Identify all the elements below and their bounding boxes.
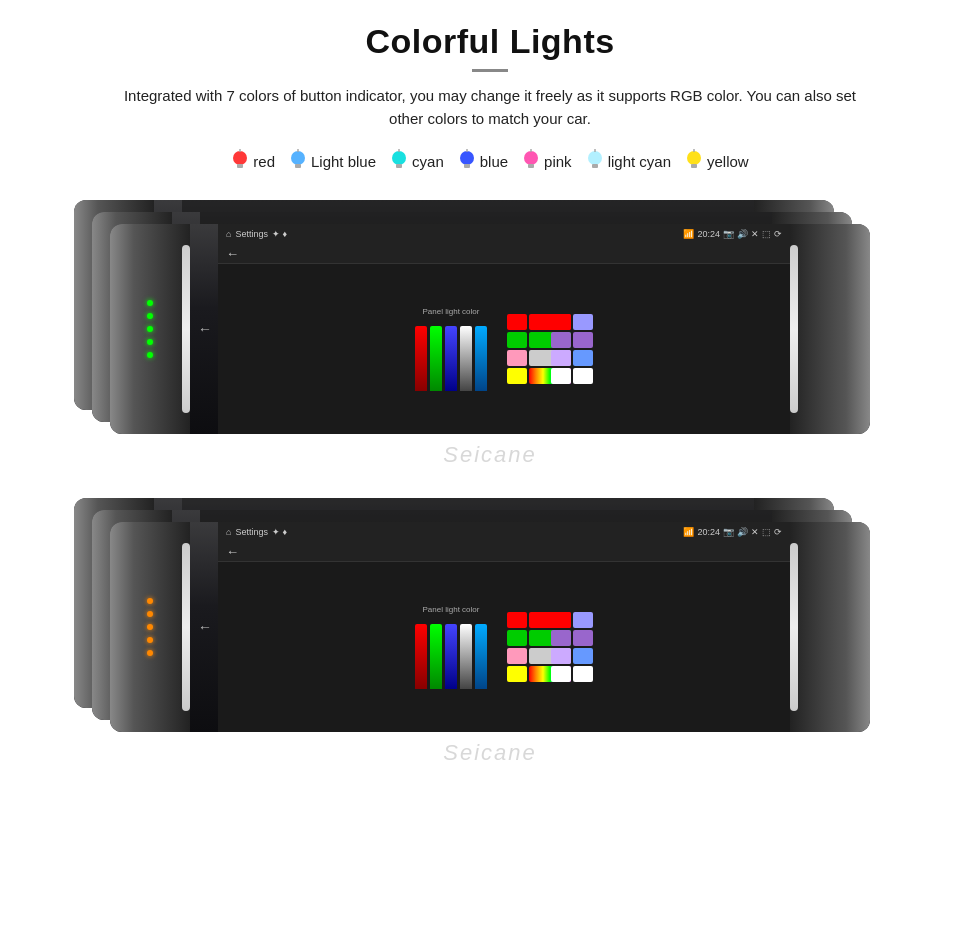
- color-label-yellow: yellow: [707, 153, 749, 170]
- android-time-top: 20:24: [697, 229, 720, 239]
- color-item-lightblue: Light blue: [289, 149, 376, 174]
- color-label-blue: blue: [480, 153, 508, 170]
- back-arrow-top[interactable]: ←: [226, 246, 239, 261]
- settings-title: Settings: [235, 229, 268, 239]
- back-arrow-bot[interactable]: ←: [226, 544, 239, 559]
- color-label-pink: pink: [544, 153, 572, 170]
- main-screen-top: ⌂ Settings ✦ ♦ 📶 20:24 📷🔊✕⬚⟳ ←: [218, 224, 790, 434]
- title-divider: [472, 69, 508, 72]
- page-title: Colorful Lights: [120, 22, 860, 61]
- color-label-lightblue: Light blue: [311, 153, 376, 170]
- svg-point-6: [392, 151, 406, 165]
- svg-point-3: [291, 151, 305, 165]
- bottom-stacked-unit: ← ←: [110, 498, 870, 763]
- svg-rect-19: [691, 164, 697, 168]
- bulb-icon-blue: [458, 149, 476, 174]
- color-label-red: red: [253, 153, 275, 170]
- side-left-1: [110, 224, 190, 434]
- panel-label-top: Panel light color: [423, 307, 480, 316]
- svg-rect-1: [237, 164, 243, 168]
- watermark-top: Seicane: [443, 442, 537, 468]
- android-content-top: Panel light color: [218, 264, 790, 434]
- android-time-bot: 20:24: [697, 527, 720, 537]
- android-navbar-top: ←: [218, 244, 790, 264]
- side-right-bot1: [790, 522, 870, 732]
- bottom-car-panel-group: ← ←: [0, 486, 980, 776]
- svg-point-0: [233, 151, 247, 165]
- svg-rect-7: [396, 164, 402, 168]
- android-navbar-bot: ←: [218, 542, 790, 562]
- svg-point-18: [687, 151, 701, 165]
- bulb-icon-yellow: [685, 149, 703, 174]
- color-bars-bot: [415, 619, 487, 689]
- top-car-panel-group: ← ←: [0, 188, 980, 478]
- bulb-icon-pink: [522, 149, 540, 174]
- svg-rect-16: [592, 164, 598, 168]
- svg-rect-4: [295, 164, 301, 168]
- car-unit-bot-layer1: ← ⌂ Settings ✦ ♦ 📶 20:24: [110, 522, 870, 732]
- header-section: Colorful Lights Integrated with 7 colors…: [120, 0, 860, 131]
- page: Colorful Lights Integrated with 7 colors…: [0, 0, 980, 940]
- settings-title-bot: Settings: [235, 527, 268, 537]
- panel-label-bot: Panel light color: [423, 605, 480, 614]
- bulb-icon-lightcyan: [586, 149, 604, 174]
- android-topbar-top: ⌂ Settings ✦ ♦ 📶 20:24 📷🔊✕⬚⟳: [218, 224, 790, 244]
- color-item-pink: pink: [522, 149, 572, 174]
- watermark-bottom: Seicane: [443, 740, 537, 766]
- svg-rect-10: [464, 164, 470, 168]
- svg-point-12: [524, 151, 538, 165]
- svg-rect-13: [528, 164, 534, 168]
- bulb-icon-red: [231, 149, 249, 174]
- side-left-bot1: [110, 522, 190, 732]
- color-item-yellow: yellow: [685, 149, 749, 174]
- bulb-icon-lightblue: [289, 149, 307, 174]
- top-stacked-unit: ← ←: [110, 200, 870, 465]
- bulb-icon-cyan: [390, 149, 408, 174]
- color-label-cyan: cyan: [412, 153, 444, 170]
- color-item-red: red: [231, 149, 275, 174]
- color-bars-top: [415, 321, 487, 391]
- car-unit-top-layer1: ← ⌂ Settings ✦ ♦ 📶 20:24: [110, 224, 870, 434]
- description-text: Integrated with 7 colors of button indic…: [120, 84, 860, 131]
- color-swatches-top: [507, 314, 593, 384]
- main-screen-bottom: ⌂ Settings ✦ ♦ 📶 20:24 📷🔊✕⬚⟳ ←: [218, 522, 790, 732]
- side-right-1: [790, 224, 870, 434]
- color-label-lightcyan: light cyan: [608, 153, 671, 170]
- android-topbar-bot: ⌂ Settings ✦ ♦ 📶 20:24 📷🔊✕⬚⟳: [218, 522, 790, 542]
- svg-point-15: [588, 151, 602, 165]
- android-content-bot: Panel light color: [218, 562, 790, 732]
- color-item-blue: blue: [458, 149, 508, 174]
- colors-row: red Light blue cyan: [231, 149, 748, 174]
- color-item-cyan: cyan: [390, 149, 444, 174]
- color-item-lightcyan: light cyan: [586, 149, 671, 174]
- svg-point-9: [460, 151, 474, 165]
- color-swatches-bot: [507, 612, 593, 682]
